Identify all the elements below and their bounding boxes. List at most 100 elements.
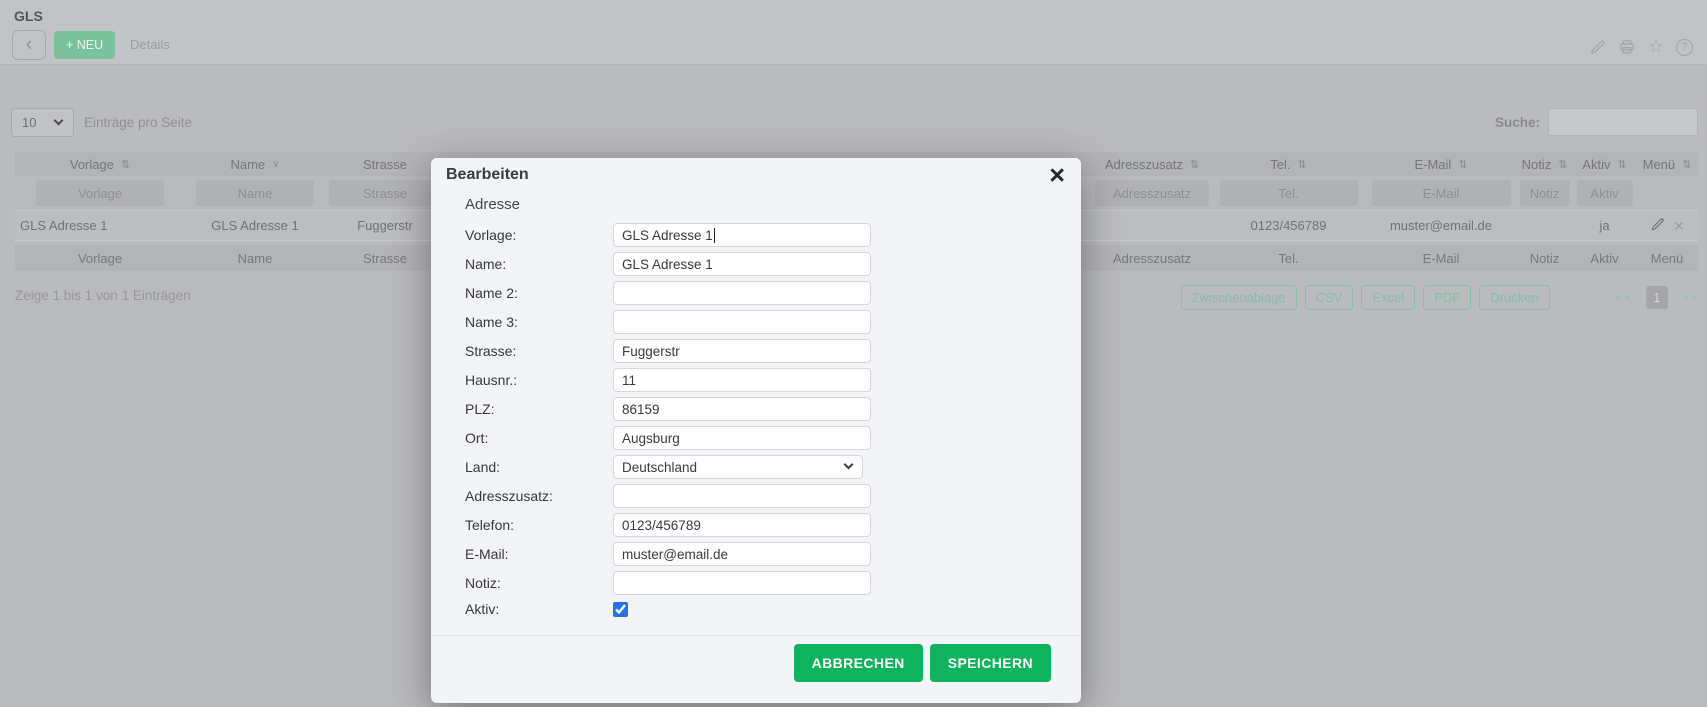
hausnr-field[interactable] bbox=[613, 368, 871, 392]
aktiv-checkbox[interactable] bbox=[613, 602, 628, 617]
name-field[interactable] bbox=[613, 252, 871, 276]
notiz-field[interactable] bbox=[613, 571, 871, 595]
favorite-star-icon[interactable]: ☆ bbox=[1648, 38, 1664, 56]
pagination-first-button[interactable]: << bbox=[1616, 290, 1633, 305]
filter-aktiv-input[interactable] bbox=[1577, 180, 1633, 206]
sort-icon: ⇅ bbox=[1682, 158, 1691, 171]
modal-divider bbox=[431, 635, 1081, 636]
search-label: Suche: bbox=[1495, 115, 1540, 130]
print-button[interactable]: Drucken bbox=[1479, 285, 1549, 310]
edit-pencil-icon[interactable] bbox=[1589, 39, 1606, 56]
column-header-tel[interactable]: Tel.⇅ bbox=[1211, 157, 1366, 172]
hausnr-label: Hausnr.: bbox=[465, 372, 613, 388]
topbar-actions: ☆ ? bbox=[1589, 38, 1693, 56]
cancel-button[interactable]: ABBRECHEN bbox=[794, 644, 923, 682]
copy-clipboard-button[interactable]: Zwischenablage bbox=[1181, 285, 1297, 310]
adresszusatz-field[interactable] bbox=[613, 484, 871, 508]
row-delete-icon[interactable]: × bbox=[1674, 219, 1685, 233]
land-dropdown[interactable]: Deutschland bbox=[613, 455, 863, 479]
close-icon[interactable]: × bbox=[1049, 160, 1065, 190]
cell-name: GLS Adresse 1 bbox=[185, 218, 325, 233]
chevron-left-icon: ‹ bbox=[26, 34, 32, 55]
column-header-strasse[interactable]: Strasse bbox=[325, 157, 445, 172]
strasse-label: Strasse: bbox=[465, 343, 613, 359]
notiz-label: Notiz: bbox=[465, 575, 613, 591]
filter-name-input[interactable] bbox=[196, 180, 314, 206]
filter-notiz-input[interactable] bbox=[1520, 180, 1570, 206]
vorlage-label: Vorlage: bbox=[465, 227, 613, 243]
edit-address-modal: Bearbeiten × Adresse Vorlage: GLS Adress… bbox=[431, 158, 1081, 703]
name3-field[interactable] bbox=[613, 310, 871, 334]
land-label: Land: bbox=[465, 459, 613, 475]
pagination-page-1-button[interactable]: 1 bbox=[1646, 286, 1668, 309]
land-select[interactable]: Deutschland bbox=[613, 455, 863, 479]
name-label: Name: bbox=[465, 256, 613, 272]
filter-email-input[interactable] bbox=[1372, 180, 1511, 206]
entries-per-page-label: Einträge pro Seite bbox=[84, 115, 192, 130]
form-row-strasse: Strasse: bbox=[465, 339, 1051, 363]
filter-tel-input[interactable] bbox=[1220, 180, 1358, 206]
sort-icon: ⇅ bbox=[121, 158, 130, 171]
footer-tel: Tel. bbox=[1211, 251, 1366, 266]
pagination-last-button[interactable]: >> bbox=[1681, 290, 1698, 305]
form-row-notiz: Notiz: bbox=[465, 571, 1051, 595]
back-button[interactable]: ‹ bbox=[12, 30, 46, 60]
page-size-select[interactable]: 10 bbox=[11, 108, 74, 137]
form-row-vorlage: Vorlage: GLS Adresse 1 bbox=[465, 223, 1051, 247]
text-cursor bbox=[714, 228, 715, 243]
sort-icon: ⇅ bbox=[1458, 158, 1467, 171]
search-input[interactable] bbox=[1548, 108, 1698, 136]
sort-icon: ⇅ bbox=[1617, 158, 1626, 171]
email-field[interactable] bbox=[613, 542, 871, 566]
help-icon[interactable]: ? bbox=[1676, 39, 1693, 56]
save-button[interactable]: SPEICHERN bbox=[930, 644, 1051, 682]
modal-actions: ABBRECHEN SPEICHERN bbox=[794, 644, 1051, 682]
aktiv-label: Aktiv: bbox=[465, 601, 613, 617]
filter-adresszusatz-input[interactable] bbox=[1095, 180, 1209, 206]
new-button[interactable]: + NEU bbox=[54, 31, 115, 59]
entries-info-text: Zeige 1 bis 1 von 1 Einträgen bbox=[15, 288, 191, 303]
column-header-adresszusatz[interactable]: Adresszusatz⇅ bbox=[1093, 157, 1211, 172]
strasse-field[interactable] bbox=[613, 339, 871, 363]
column-header-menu[interactable]: Menü⇅ bbox=[1636, 157, 1698, 172]
telefon-label: Telefon: bbox=[465, 517, 613, 533]
filter-strasse-input[interactable] bbox=[329, 180, 441, 206]
column-header-aktiv[interactable]: Aktiv⇅ bbox=[1573, 157, 1636, 172]
footer-aktiv: Aktiv bbox=[1573, 251, 1636, 266]
form-row-aktiv: Aktiv: bbox=[465, 600, 1051, 618]
form-row-ort: Ort: bbox=[465, 426, 1051, 450]
plz-field[interactable] bbox=[613, 397, 871, 421]
column-header-vorlage[interactable]: Vorlage⇅ bbox=[15, 157, 185, 172]
export-excel-button[interactable]: Excel bbox=[1361, 285, 1415, 310]
sort-icon: ⇅ bbox=[1558, 158, 1567, 171]
ort-field[interactable] bbox=[613, 426, 871, 450]
filter-vorlage-input[interactable] bbox=[36, 180, 164, 206]
footer-email: E-Mail bbox=[1366, 251, 1516, 266]
ort-label: Ort: bbox=[465, 430, 613, 446]
form-row-email: E-Mail: bbox=[465, 542, 1051, 566]
modal-title: Bearbeiten bbox=[446, 166, 529, 184]
vorlage-field[interactable]: GLS Adresse 1 bbox=[613, 223, 871, 247]
footer-name: Name bbox=[185, 251, 325, 266]
name2-field[interactable] bbox=[613, 281, 871, 305]
topbar: GLS ‹ + NEU Details ☆ ? bbox=[0, 0, 1707, 65]
row-edit-pencil-icon[interactable] bbox=[1650, 217, 1665, 235]
telefon-field[interactable] bbox=[613, 513, 871, 537]
column-header-name[interactable]: Name∨ bbox=[185, 157, 325, 172]
export-pdf-button[interactable]: PDF bbox=[1423, 285, 1471, 310]
column-header-notiz[interactable]: Notiz⇅ bbox=[1516, 157, 1573, 172]
address-form: Vorlage: GLS Adresse 1 Name: Name 2: Nam… bbox=[465, 223, 1051, 623]
details-button[interactable]: Details bbox=[116, 31, 184, 59]
cell-strasse: Fuggerstr bbox=[325, 218, 445, 233]
column-header-email[interactable]: E-Mail⇅ bbox=[1366, 157, 1516, 172]
export-csv-button[interactable]: CSV bbox=[1305, 285, 1354, 310]
sort-icon: ⇅ bbox=[1298, 158, 1307, 171]
print-icon[interactable] bbox=[1618, 38, 1636, 56]
cell-aktiv: ja bbox=[1573, 218, 1636, 233]
form-row-name: Name: bbox=[465, 252, 1051, 276]
pagination: << 1 >> bbox=[1616, 286, 1698, 309]
form-row-name2: Name 2: bbox=[465, 281, 1051, 305]
footer-adresszusatz: Adresszusatz bbox=[1093, 251, 1211, 266]
export-toolbar: Zwischenablage CSV Excel PDF Drucken << … bbox=[1181, 285, 1698, 310]
page-size-dropdown[interactable]: 10 bbox=[11, 108, 74, 137]
